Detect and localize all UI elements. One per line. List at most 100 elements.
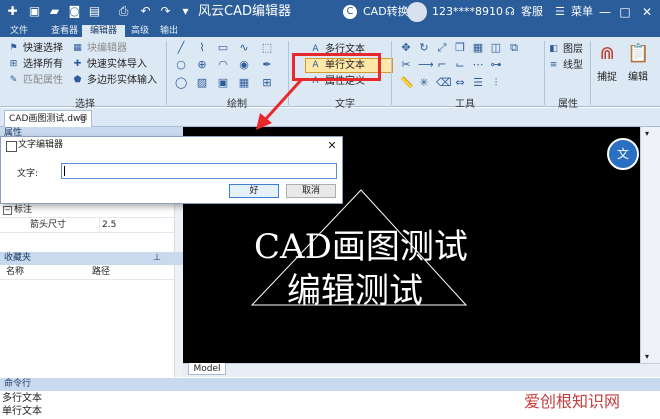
close-icon[interactable]: ⊠	[78, 113, 89, 124]
arrow-shaft	[262, 77, 304, 123]
converter-icon: C	[343, 5, 357, 19]
maximize-button[interactable]: □	[617, 4, 633, 20]
avatar[interactable]	[407, 2, 427, 22]
new-file-icon[interactable]: ▣	[27, 4, 42, 19]
point-icon[interactable]: ⊕	[196, 59, 208, 71]
chevron-down-icon[interactable]: ▾	[645, 352, 649, 361]
ok-button[interactable]: 好	[229, 184, 279, 198]
undo-icon[interactable]: ↶	[138, 4, 153, 19]
rotate-icon[interactable]: ↻	[418, 42, 430, 54]
plus-icon[interactable]: ✚	[5, 4, 20, 19]
pin-icon[interactable]: ⊥	[153, 252, 161, 265]
break-icon[interactable]: ⋯	[472, 59, 484, 71]
erase-icon[interactable]: ⌫	[436, 77, 452, 89]
arc-icon[interactable]: ◠	[217, 59, 229, 71]
chevron-down-icon[interactable]: ▾	[645, 129, 649, 138]
folder-icon[interactable]: ▰	[47, 4, 62, 19]
minimize-button[interactable]: —	[597, 4, 613, 20]
app-title: 风云CAD编辑器	[198, 4, 291, 19]
explode-icon[interactable]: ✳	[418, 77, 430, 89]
document-tab[interactable]: CAD画图测试.dwg ⊠	[4, 110, 92, 127]
tab-file[interactable]: 文件	[2, 25, 36, 37]
offset-icon[interactable]: ⧉	[508, 42, 520, 54]
tab-viewer[interactable]: 查看器	[43, 25, 86, 37]
copy-icon[interactable]: ❐	[454, 42, 466, 54]
pen-icon[interactable]: ✒	[261, 59, 273, 71]
annotation-arrow	[256, 77, 304, 130]
scale-icon[interactable]: ⤢	[436, 42, 448, 54]
mirror-icon[interactable]: ◫	[490, 42, 502, 54]
print-icon[interactable]: ⎙	[116, 4, 131, 19]
text-input[interactable]	[61, 163, 337, 179]
close-button[interactable]: ✕	[639, 4, 655, 20]
group-divider	[166, 41, 167, 105]
image-icon[interactable]: ▣	[217, 77, 229, 89]
collapse-icon[interactable]: −	[3, 206, 12, 215]
extend-icon[interactable]: ⟶	[418, 59, 434, 71]
line-icon[interactable]: ╱	[175, 42, 187, 54]
quick-select-icon: ⚑	[9, 43, 18, 53]
ribbon-tabs: 文件 查看器 编辑器 高级 输出	[0, 25, 660, 37]
hatch-icon[interactable]: ▨	[196, 77, 208, 89]
vertical-scrollbar[interactable]: ▾ ▾	[640, 127, 660, 363]
linetype-button[interactable]: ≡ 线型	[548, 59, 583, 72]
polygon-entity-input-button[interactable]: ⬟ 多边形实体输入	[72, 74, 157, 87]
horizontal-scrollbar[interactable]	[183, 363, 660, 377]
linetype-icon: ≡	[549, 60, 558, 70]
section-header[interactable]: − 标注	[0, 203, 174, 218]
select-all-button[interactable]: ⊞ 选择所有	[8, 58, 63, 71]
polyline-icon[interactable]: ⌇	[196, 42, 208, 54]
table-icon[interactable]: ▦	[238, 77, 250, 89]
menu-icon: ☰	[555, 5, 565, 18]
model-tab[interactable]: Model	[188, 363, 226, 375]
quick-select-button[interactable]: ⚑ 快速选择	[8, 42, 63, 55]
array-icon[interactable]: ▦	[472, 42, 484, 54]
spline-icon[interactable]: ∿	[238, 42, 250, 54]
stretch-icon[interactable]: ⇔	[454, 77, 466, 89]
layers-icon: ◧	[549, 44, 558, 54]
snap-button[interactable]: ⋒ 捕捉	[595, 41, 619, 93]
divide-icon[interactable]: ⫶	[490, 77, 502, 89]
layers-button[interactable]: ◧ 图层	[548, 43, 583, 56]
ellipse-icon[interactable]: ◯	[175, 77, 187, 89]
tab-output[interactable]: 输出	[152, 25, 186, 37]
cad-text-line-1[interactable]: CAD画图测试	[254, 227, 468, 267]
rectangle-icon[interactable]: ▭	[217, 42, 229, 54]
redo-icon[interactable]: ↷	[158, 4, 173, 19]
select-all-icon: ⊞	[9, 59, 18, 69]
cad-text-line-2[interactable]: 编辑测试	[287, 271, 423, 311]
trim-icon[interactable]: ✂	[400, 59, 412, 71]
dialog-title-bar: 文字编辑器	[1, 137, 342, 154]
save-all-icon[interactable]: ▤	[87, 4, 102, 19]
measure-icon[interactable]: 📏	[400, 77, 414, 89]
service-label: 客服	[521, 5, 543, 18]
service-button[interactable]: ☊ 客服	[505, 4, 543, 20]
quick-entity-import-button[interactable]: ✚ 快速实体导入	[72, 58, 147, 71]
edit-button[interactable]: 📋 编辑	[626, 41, 650, 93]
group-divider	[544, 41, 545, 105]
menu-button[interactable]: ☰ 菜单	[555, 4, 593, 20]
fillet-icon[interactable]: ⌐	[436, 59, 448, 71]
close-icon[interactable]: ✕	[326, 139, 338, 152]
region-icon[interactable]: ⬚	[261, 42, 273, 54]
property-row[interactable]: 箭头尺寸 2.5	[0, 218, 174, 233]
align-icon[interactable]: ☰	[472, 77, 484, 89]
user-account[interactable]: 123****8910	[432, 4, 503, 20]
group-divider	[391, 41, 392, 105]
edit-label: 编辑	[628, 72, 648, 83]
translate-icon[interactable]: 文	[607, 138, 639, 170]
join-icon[interactable]: ⊶	[490, 59, 502, 71]
dropdown-icon[interactable]: ▾	[178, 4, 193, 19]
move-icon[interactable]: ✥	[400, 42, 412, 54]
save-icon[interactable]: ◙	[67, 4, 82, 19]
block-editor-button[interactable]: ▦ 块编辑器	[72, 42, 127, 55]
cancel-button[interactable]: 取消	[286, 184, 336, 198]
insert-icon[interactable]: ◉	[238, 59, 250, 71]
group-divider	[590, 41, 591, 105]
favorites-scrollbar[interactable]	[174, 265, 183, 377]
block-icon: ▦	[73, 43, 82, 53]
tab-editor[interactable]: 编辑器	[82, 25, 126, 37]
match-properties-button[interactable]: ✎ 匹配属性	[8, 74, 63, 87]
circle-icon[interactable]: ○	[175, 59, 187, 71]
chamfer-icon[interactable]: ⌙	[454, 59, 466, 71]
